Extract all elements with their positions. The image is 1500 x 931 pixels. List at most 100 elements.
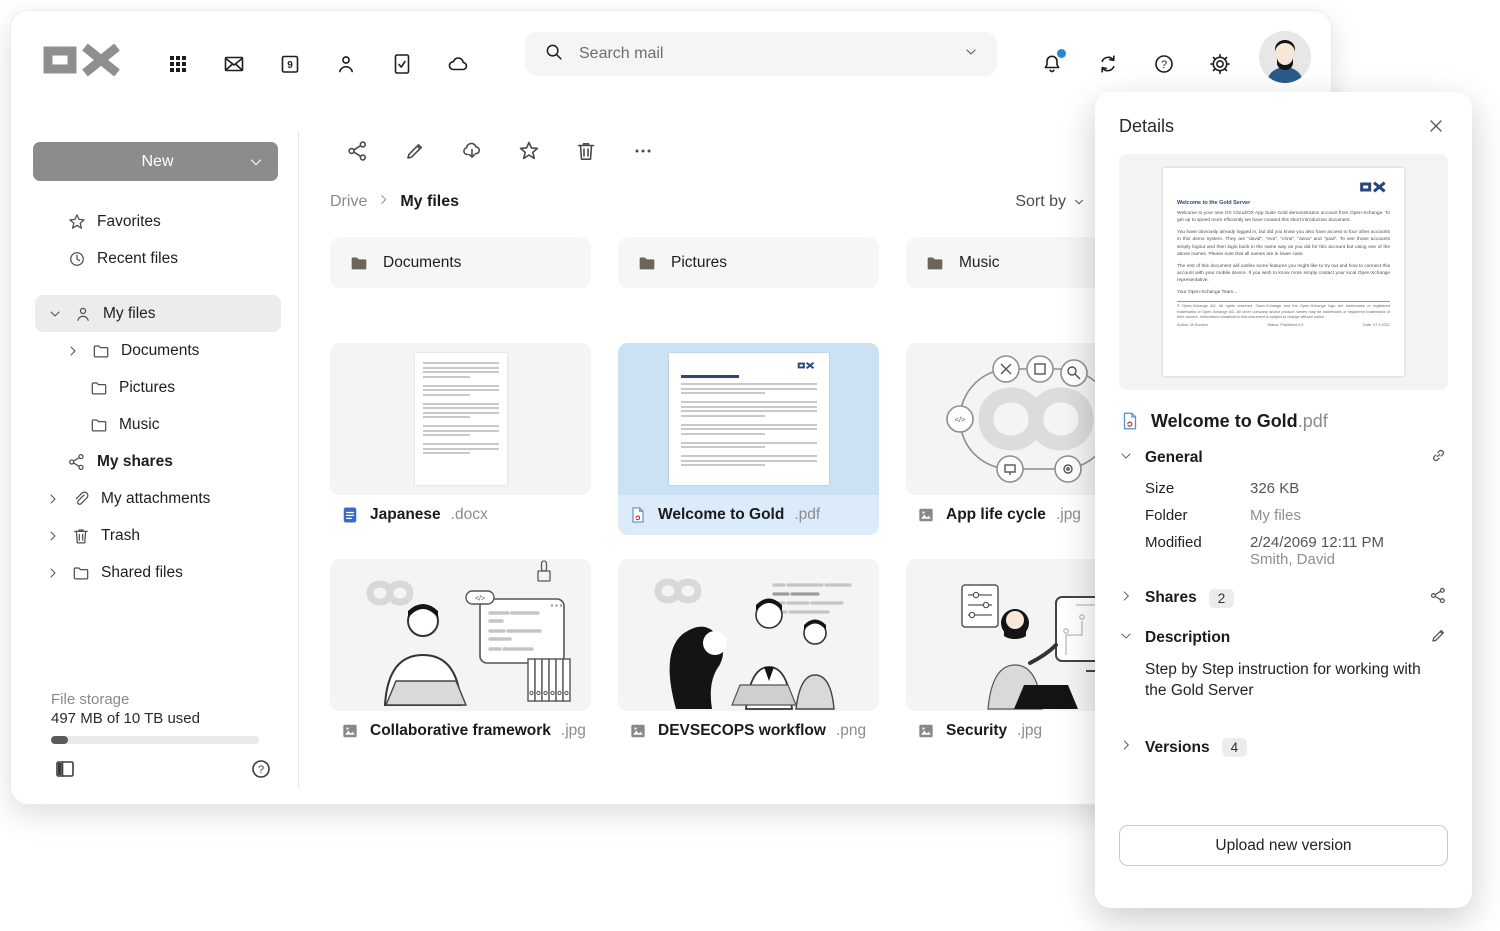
chevron-right-icon[interactable] bbox=[1119, 589, 1133, 608]
folder-icon bbox=[348, 252, 370, 274]
chevron-down-icon[interactable] bbox=[1119, 449, 1133, 468]
trash-icon bbox=[71, 526, 91, 546]
star-icon bbox=[67, 212, 87, 232]
sidebar-item-recent-files[interactable]: Recent files bbox=[33, 240, 289, 277]
chevron-right-icon[interactable] bbox=[45, 565, 61, 581]
share-icon[interactable] bbox=[346, 139, 370, 163]
sidebar-item-trash[interactable]: Trash bbox=[33, 517, 289, 554]
section-versions[interactable]: Versions 4 bbox=[1119, 728, 1448, 768]
file-name: App life cycle bbox=[946, 506, 1046, 524]
mail-icon[interactable] bbox=[222, 52, 246, 76]
chevron-right-icon[interactable] bbox=[65, 343, 81, 359]
file-tile-japanese-docx[interactable]: Japanese.docx bbox=[330, 343, 591, 535]
chevron-down-icon[interactable] bbox=[248, 154, 264, 170]
sidebar-item-music[interactable]: Music bbox=[33, 406, 289, 443]
sort-by-control[interactable]: Sort by bbox=[1015, 193, 1086, 211]
new-button[interactable]: New bbox=[33, 142, 278, 181]
search-input[interactable] bbox=[579, 45, 949, 63]
folder-tile-documents[interactable]: Documents bbox=[330, 237, 591, 288]
section-general[interactable]: General bbox=[1119, 438, 1448, 478]
sidebar-item-label: Recent files bbox=[97, 250, 178, 268]
sidebar-item-label: Shared files bbox=[101, 564, 183, 582]
search-scope-chevron-icon[interactable] bbox=[963, 44, 979, 65]
sidebar-item-label: My attachments bbox=[101, 490, 210, 508]
preview-heading: Welcome to the Gold Server bbox=[1177, 200, 1390, 206]
folder-tile-label: Music bbox=[959, 254, 999, 272]
contacts-icon[interactable] bbox=[334, 52, 358, 76]
notifications-bell-icon[interactable] bbox=[1040, 52, 1064, 76]
ox-logo bbox=[795, 361, 817, 370]
svg-text:</>: </> bbox=[475, 596, 485, 603]
file-tile-collaborative-framework-jpg[interactable]: </> bbox=[330, 559, 591, 751]
ox-logo bbox=[41, 39, 123, 86]
help-icon[interactable]: ? bbox=[1152, 52, 1176, 76]
sidebar-item-favorites[interactable]: Favorites bbox=[33, 203, 289, 240]
edit-pencil-icon[interactable] bbox=[1429, 626, 1448, 650]
chevron-right-icon[interactable] bbox=[1119, 738, 1133, 757]
section-description[interactable]: Description bbox=[1119, 618, 1448, 658]
sidebar-item-my-shares[interactable]: My shares bbox=[33, 443, 289, 480]
clock-icon bbox=[67, 249, 87, 269]
section-shares[interactable]: Shares 2 bbox=[1119, 578, 1448, 618]
folder-tile-label: Documents bbox=[383, 254, 461, 272]
delete-trash-icon[interactable] bbox=[574, 139, 598, 163]
share-icon[interactable] bbox=[1429, 586, 1448, 610]
upload-new-version-button[interactable]: Upload new version bbox=[1119, 825, 1448, 866]
preview-footer: © Open-Xchange AG. All rights reserved. … bbox=[1177, 301, 1390, 321]
download-icon[interactable] bbox=[460, 139, 484, 163]
sidebar-item-shared-files[interactable]: Shared files bbox=[33, 554, 289, 591]
sidebar-item-documents[interactable]: Documents bbox=[33, 332, 289, 369]
sidebar-item-pictures[interactable]: Pictures bbox=[33, 369, 289, 406]
preview-date: Date: 07.9.2021 bbox=[1363, 323, 1390, 327]
sidebar-item-my-files[interactable]: My files bbox=[35, 295, 281, 332]
file-preview: Welcome to the Gold Server Welcome to yo… bbox=[1119, 154, 1448, 390]
preview-status: Status: Published 4.0 bbox=[1267, 323, 1303, 327]
tasks-icon[interactable] bbox=[390, 52, 414, 76]
folder-tile-pictures[interactable]: Pictures bbox=[618, 237, 879, 288]
toggle-sidebar-icon[interactable] bbox=[53, 757, 77, 781]
chevron-right-icon[interactable] bbox=[45, 491, 61, 507]
details-file-title: Welcome to Gold.pdf bbox=[1119, 410, 1448, 432]
breadcrumb-drive[interactable]: Drive bbox=[330, 193, 367, 211]
app-grid-icon[interactable] bbox=[166, 52, 190, 76]
breadcrumb-my-files[interactable]: My files bbox=[400, 193, 459, 211]
file-tile-devsecops-workflow-png[interactable]: DEVSECOPS workflow.png bbox=[618, 559, 879, 751]
drive-cloud-icon[interactable] bbox=[446, 52, 470, 76]
details-title: Details bbox=[1119, 116, 1174, 137]
section-label: Versions bbox=[1145, 739, 1210, 757]
new-button-label: New bbox=[33, 153, 248, 171]
field-value: 326 KB bbox=[1250, 480, 1299, 497]
file-ext: .jpg bbox=[1017, 722, 1042, 740]
settings-gear-icon[interactable] bbox=[1208, 52, 1232, 76]
sidebar-nav: Favorites Recent files My files Document… bbox=[33, 203, 289, 591]
file-tile-welcome-to-gold-pdf[interactable]: Welcome to Gold.pdf bbox=[618, 343, 879, 535]
sidebar: New Favorites Recent files My files Docu bbox=[33, 142, 289, 591]
avatar[interactable] bbox=[1259, 31, 1311, 83]
close-icon[interactable] bbox=[1424, 114, 1448, 138]
refresh-icon[interactable] bbox=[1096, 52, 1120, 76]
svg-text:9: 9 bbox=[287, 60, 293, 71]
file-thumbnail bbox=[618, 343, 879, 495]
chevron-right-icon bbox=[377, 193, 390, 211]
general-rows: Size 326 KB Folder My files Modified 2/2… bbox=[1119, 480, 1448, 568]
chevron-right-icon[interactable] bbox=[45, 528, 61, 544]
more-options-icon[interactable] bbox=[631, 139, 655, 163]
help-icon[interactable]: ? bbox=[249, 757, 273, 781]
preview-paragraph: Your Open-Xchange Team... bbox=[1177, 289, 1390, 296]
chevron-down-icon[interactable] bbox=[1119, 629, 1133, 648]
image-file-icon bbox=[340, 721, 360, 741]
storage-label: File storage bbox=[51, 691, 259, 708]
general-row-modified: Modified 2/24/2069 12:11 PM Smith, David bbox=[1145, 534, 1448, 568]
file-grid: Japanese.docx bbox=[330, 343, 1167, 751]
link-icon[interactable] bbox=[1429, 446, 1448, 470]
field-label: Folder bbox=[1145, 507, 1250, 524]
sidebar-item-my-attachments[interactable]: My attachments bbox=[33, 480, 289, 517]
folder-icon bbox=[636, 252, 658, 274]
preview-paragraph: Welcome to your new OX Cloud/OX App Suit… bbox=[1177, 210, 1390, 225]
calendar-icon[interactable]: 9 bbox=[278, 52, 302, 76]
favorite-star-icon[interactable] bbox=[517, 139, 541, 163]
sidebar-item-label: Pictures bbox=[119, 379, 175, 397]
edit-pencil-icon[interactable] bbox=[403, 139, 427, 163]
file-thumbnail bbox=[618, 559, 879, 711]
chevron-down-icon[interactable] bbox=[47, 306, 63, 322]
